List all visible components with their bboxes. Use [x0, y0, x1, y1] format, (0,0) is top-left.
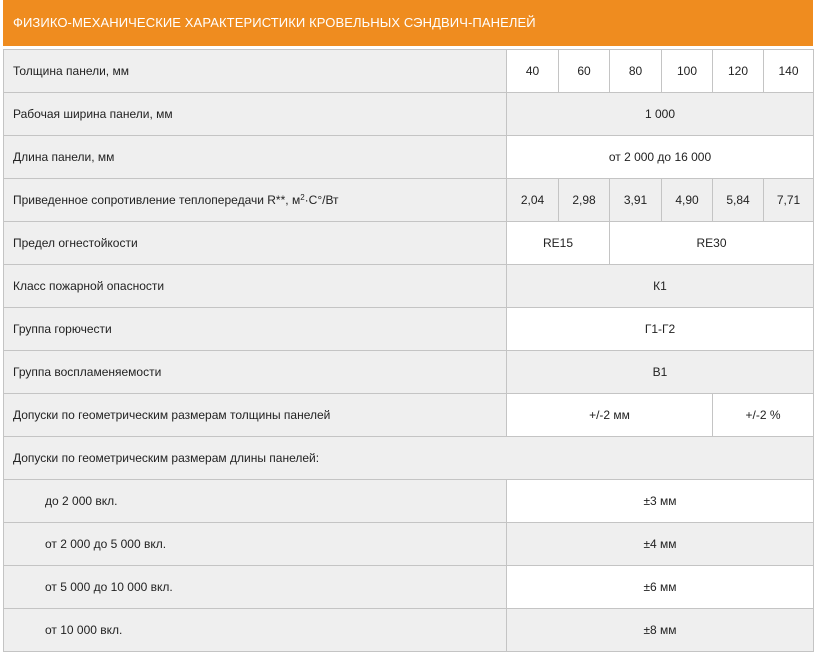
- table-title: ФИЗИКО-МЕХАНИЧЕСКИЕ ХАРАКТЕРИСТИКИ КРОВЕ…: [3, 0, 813, 46]
- table-row: до 2 000 вкл. ±3 мм: [3, 479, 814, 523]
- table-row: Толщина панели, мм 40 60 80 100 120 140: [3, 49, 814, 93]
- value-cell: 1 000: [506, 92, 814, 136]
- value-cell: Г1-Г2: [506, 307, 814, 351]
- table-row: Приведенное сопротивление теплопередачи …: [3, 178, 814, 222]
- value-cell: 3,91: [609, 178, 662, 222]
- table-row: Длина панели, мм от 2 000 до 16 000: [3, 135, 814, 179]
- value-cell: 120: [712, 49, 764, 93]
- row-label-width: Рабочая ширина панели, мм: [3, 92, 507, 136]
- value-cell: 4,90: [661, 178, 713, 222]
- table-row: от 5 000 до 10 000 вкл. ±6 мм: [3, 565, 814, 609]
- row-label-thickness-tolerance: Допуски по геометрическим размерам толщи…: [3, 393, 507, 437]
- row-label-sub: от 2 000 до 5 000 вкл.: [3, 522, 507, 566]
- label-text: Приведенное сопротивление теплопередачи …: [13, 193, 301, 207]
- table-row: Группа горючести Г1-Г2: [3, 307, 814, 351]
- value-cell: +/-2 мм: [506, 393, 713, 437]
- value-cell: К1: [506, 264, 814, 308]
- value-cell: RE30: [609, 221, 814, 265]
- row-label-sub: от 10 000 вкл.: [3, 608, 507, 652]
- value-cell: 60: [558, 49, 610, 93]
- value-cell: 40: [506, 49, 559, 93]
- table-row: Предел огнестойкости RE15 RE30: [3, 221, 814, 265]
- row-label-sub: от 5 000 до 10 000 вкл.: [3, 565, 507, 609]
- value-cell: от 2 000 до 16 000: [506, 135, 814, 179]
- value-cell: 7,71: [763, 178, 814, 222]
- table-row: Допуски по геометрическим размерам толщи…: [3, 393, 814, 437]
- value-cell: ±8 мм: [506, 608, 814, 652]
- row-label-length: Длина панели, мм: [3, 135, 507, 179]
- value-cell: 80: [609, 49, 662, 93]
- table-row: Класс пожарной опасности К1: [3, 264, 814, 308]
- row-label-sub: до 2 000 вкл.: [3, 479, 507, 523]
- row-label-flammability: Группа воспламеняемости: [3, 350, 507, 394]
- value-cell: В1: [506, 350, 814, 394]
- value-cell: ±4 мм: [506, 522, 814, 566]
- value-cell: 5,84: [712, 178, 764, 222]
- specs-table: Толщина панели, мм 40 60 80 100 120 140 …: [3, 49, 814, 652]
- value-cell: 2,04: [506, 178, 559, 222]
- value-cell: ±3 мм: [506, 479, 814, 523]
- value-cell: RE15: [506, 221, 610, 265]
- value-cell: ±6 мм: [506, 565, 814, 609]
- row-label-length-tolerance: Допуски по геометрическим размерам длины…: [3, 436, 814, 480]
- value-cell: 100: [661, 49, 713, 93]
- value-cell: 140: [763, 49, 814, 93]
- row-label-thickness: Толщина панели, мм: [3, 49, 507, 93]
- row-label-fire-class: Класс пожарной опасности: [3, 264, 507, 308]
- label-text: ·С°/Вт: [304, 193, 339, 207]
- table-row: от 2 000 до 5 000 вкл. ±4 мм: [3, 522, 814, 566]
- table-row: Группа воспламеняемости В1: [3, 350, 814, 394]
- value-cell: 2,98: [558, 178, 610, 222]
- row-label-combustibility: Группа горючести: [3, 307, 507, 351]
- value-cell: +/-2 %: [712, 393, 814, 437]
- table-row: Допуски по геометрическим размерам длины…: [3, 436, 814, 480]
- row-label-fire-resistance: Предел огнестойкости: [3, 221, 507, 265]
- table-row: Рабочая ширина панели, мм 1 000: [3, 92, 814, 136]
- specs-table-container: ФИЗИКО-МЕХАНИЧЕСКИЕ ХАРАКТЕРИСТИКИ КРОВЕ…: [0, 0, 814, 652]
- row-label-resistance: Приведенное сопротивление теплопередачи …: [3, 178, 507, 222]
- table-row: от 10 000 вкл. ±8 мм: [3, 608, 814, 652]
